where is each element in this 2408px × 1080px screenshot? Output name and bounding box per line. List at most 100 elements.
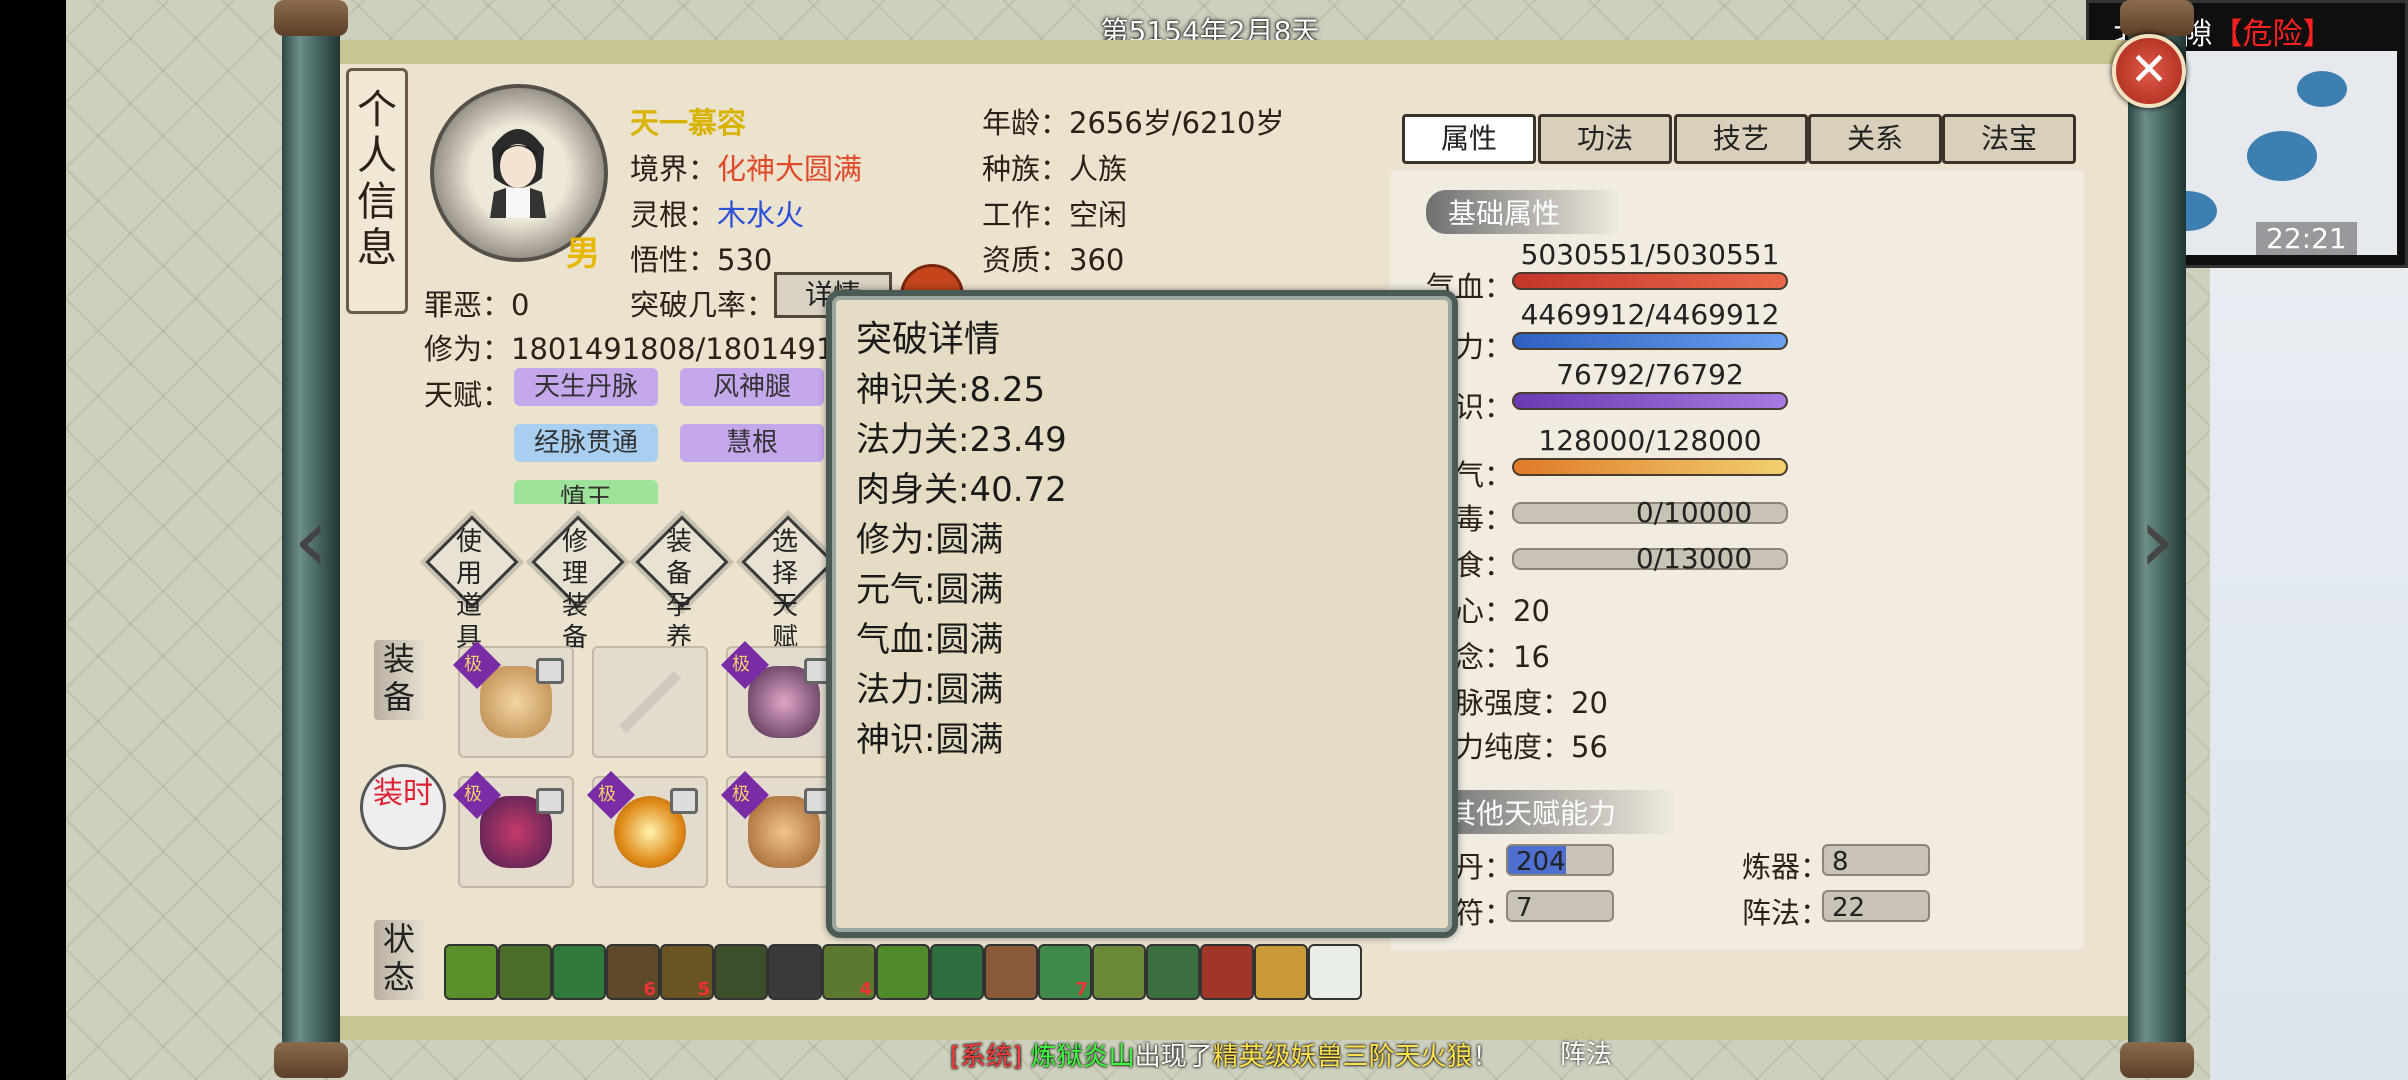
equip-slot[interactable]: 极 xyxy=(452,770,574,888)
sense-value: 76792/76792 xyxy=(1556,358,1744,391)
status-effect-icon[interactable]: 4 xyxy=(822,944,876,1000)
status-effect-icon[interactable] xyxy=(444,944,498,1000)
status-count: 5 xyxy=(697,979,710,1000)
tab-treasures[interactable]: 法宝 xyxy=(1942,114,2076,164)
formation-label: 阵法： xyxy=(1742,896,1830,930)
tab-personal-info[interactable]: 个人信息 xyxy=(346,68,408,314)
aptitude-label: 资质： xyxy=(982,243,1070,277)
age-label: 年龄： xyxy=(982,106,1070,140)
job-value: 空闲 xyxy=(1069,198,1128,232)
tab-techniques[interactable]: 功法 xyxy=(1538,114,1672,164)
timing-label: 装时 xyxy=(373,776,433,811)
status-effect-icon[interactable] xyxy=(714,944,768,1000)
status-effect-icon[interactable] xyxy=(1200,944,1254,1000)
breakthrough-detail-popup: 突破详情 神识关:8.25 法力关:23.49 肉身关:40.72 修为:圆满 … xyxy=(826,290,1458,938)
popup-line: 元气:圆满 xyxy=(856,570,1004,610)
equip-slot[interactable]: 极 xyxy=(452,640,574,758)
status-effect-icon[interactable] xyxy=(876,944,930,1000)
equip-section-label: 装备 xyxy=(374,640,424,720)
repair-equip-button[interactable]: 修理装备 xyxy=(530,514,625,653)
forge-label: 炼器： xyxy=(1742,850,1830,884)
status-effect-icon[interactable] xyxy=(552,944,606,1000)
status-effect-icon[interactable]: 7 xyxy=(1038,944,1092,1000)
equip-slot[interactable]: 极 xyxy=(720,770,842,888)
character-name: 天一慕容 xyxy=(630,106,747,140)
action-label: 使用道具 xyxy=(455,527,482,653)
minimap-danger-label: 【危险】 xyxy=(2212,17,2333,52)
status-effect-icon[interactable] xyxy=(1092,944,1146,1000)
nurture-equip-button[interactable]: 装备孕养 xyxy=(634,514,729,653)
status-count: 7 xyxy=(1075,979,1088,1000)
talent-pill[interactable]: 风神腿 xyxy=(680,368,824,406)
close-button[interactable]: ✕ xyxy=(2112,34,2186,108)
popup-line: 法力:圆满 xyxy=(856,670,1004,710)
job-row: 工作：空闲 xyxy=(982,192,1127,234)
grade-text: 极 xyxy=(598,784,616,805)
sys-place: 炼狱炎山 xyxy=(1030,1042,1135,1072)
equip-slot-empty[interactable] xyxy=(592,646,708,758)
qi-bar xyxy=(1512,458,1788,476)
talent-clip: 慎王 xyxy=(514,480,658,504)
root-value: 木水火 xyxy=(717,198,805,232)
timing-toggle-button[interactable]: 装时 xyxy=(360,764,446,850)
choose-talent-button[interactable]: 选择天赋 xyxy=(740,514,835,653)
status-effect-icon[interactable] xyxy=(1254,944,1308,1000)
realm-value: 化神大圆满 xyxy=(717,152,863,186)
equip-slot[interactable]: 极 xyxy=(586,770,708,888)
grade-text: 极 xyxy=(732,654,750,675)
popup-line: 肉身关:40.72 xyxy=(856,470,1067,510)
status-effect-icon[interactable]: 5 xyxy=(660,944,714,1000)
root-label: 灵根： xyxy=(630,198,718,232)
sys-tag: [系统] xyxy=(950,1042,1023,1072)
status-effect-icon[interactable] xyxy=(1146,944,1200,1000)
equip-slot[interactable]: 极 xyxy=(720,640,842,758)
talent-pill[interactable]: 天生丹脉 xyxy=(514,368,658,406)
hp-value: 5030551/5030551 xyxy=(1520,238,1780,271)
sin-row: 罪恶：0 xyxy=(424,282,529,324)
popup-line: 气血:圆满 xyxy=(856,620,1004,660)
gender-label: 男 xyxy=(566,234,600,274)
status-effect-icon[interactable] xyxy=(1308,944,1362,1000)
realm-label: 境界： xyxy=(630,152,718,186)
popup-title: 突破详情 xyxy=(856,319,1001,360)
lock-icon xyxy=(536,658,564,684)
realm-row: 境界：化神大圆满 xyxy=(630,146,862,188)
tab-attributes[interactable]: 属性 xyxy=(1402,114,1536,164)
rod-cap xyxy=(274,0,348,36)
status-effect-icon[interactable]: 6 xyxy=(606,944,660,1000)
breakthrough-label: 突破几率： xyxy=(630,288,776,322)
formation-shortcut-button[interactable]: 阵法 xyxy=(1560,1034,1612,1071)
rod-cap xyxy=(2120,0,2194,36)
action-label: 修理装备 xyxy=(561,527,588,653)
sys-mid: 出现了 xyxy=(1134,1042,1213,1072)
action-label: 选择天赋 xyxy=(771,527,798,653)
talent-pill[interactable]: 经脉贯通 xyxy=(514,424,658,462)
qi-value: 128000/128000 xyxy=(1538,424,1762,457)
system-message: [系统] 炼狱炎山出现了精英级妖兽三阶天火狼！ xyxy=(950,1036,1499,1073)
aptitude-value: 360 xyxy=(1069,243,1125,277)
left-letterbox xyxy=(0,0,66,1080)
race-row: 种族：人族 xyxy=(982,146,1127,188)
talent-pill[interactable]: 慧根 xyxy=(680,424,824,462)
tab-relations[interactable]: 关系 xyxy=(1808,114,1942,164)
grade-text: 极 xyxy=(464,654,482,675)
status-effect-icon[interactable] xyxy=(984,944,1038,1000)
mana-bar xyxy=(1512,332,1788,350)
rod-cap xyxy=(274,1042,348,1078)
mana-value: 4469912/4469912 xyxy=(1520,298,1780,331)
close-icon: ✕ xyxy=(2129,42,2169,96)
tab-skills[interactable]: 技艺 xyxy=(1674,114,1808,164)
forge-value: 8 xyxy=(1822,844,1930,877)
tab-personal-label: 个人信息 xyxy=(357,87,397,271)
status-effect-icon[interactable] xyxy=(768,944,822,1000)
use-item-button[interactable]: 使用道具 xyxy=(424,514,519,653)
prev-page-arrow[interactable]: ‹ xyxy=(288,486,334,596)
map-snow-area xyxy=(2210,250,2408,1080)
talisman-value: 7 xyxy=(1506,890,1614,923)
cultivation-label: 修为： xyxy=(424,332,512,366)
talent-pill[interactable]: 慎王 xyxy=(514,480,658,504)
poison-value: 0/10000 xyxy=(1635,496,1753,529)
status-effect-icon[interactable] xyxy=(930,944,984,1000)
next-page-arrow[interactable]: › xyxy=(2134,486,2180,596)
status-effect-icon[interactable] xyxy=(498,944,552,1000)
